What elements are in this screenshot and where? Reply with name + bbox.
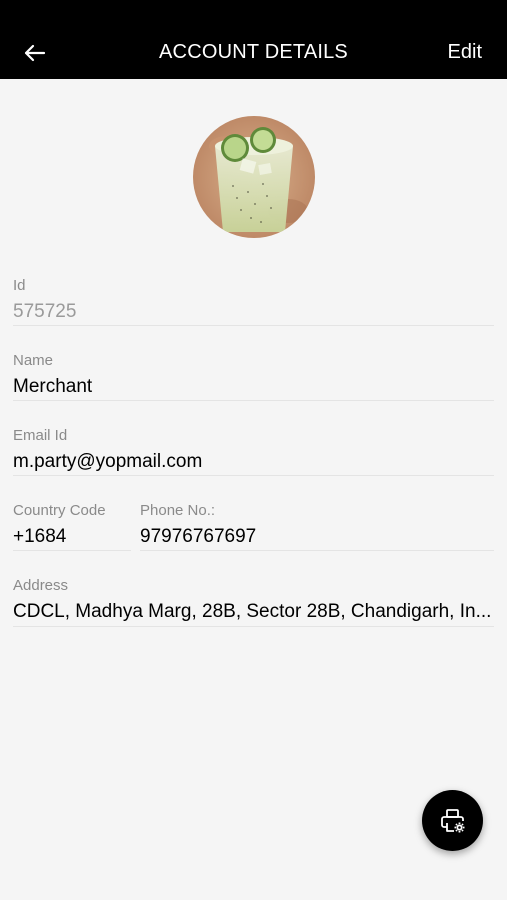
divider (140, 550, 494, 551)
divider (13, 400, 494, 401)
divider (13, 626, 494, 627)
phone-field: Phone No.: 97976767697 (140, 502, 490, 548)
printer-settings-button[interactable] (422, 790, 483, 851)
address-value: CDCL, Madhya Marg, 28B, Sector 28B, Chan… (13, 601, 492, 622)
divider (13, 325, 494, 326)
country-code-label: Country Code (13, 502, 106, 519)
id-label: Id (13, 277, 26, 294)
name-label: Name (13, 352, 54, 369)
id-field: Id 575725 (13, 277, 493, 323)
divider (13, 550, 131, 551)
phone-value: 97976767697 (140, 526, 257, 547)
avatar[interactable] (193, 116, 315, 238)
printer-settings-icon (440, 808, 464, 832)
country-code-value: +1684 (13, 526, 67, 547)
email-value: m.party@yopmail.com (13, 451, 203, 472)
email-label: Email Id (13, 427, 68, 444)
top-app-bar: ACCOUNT DETAILS Edit (0, 0, 507, 79)
country-code-field: Country Code +1684 (13, 502, 131, 548)
address-field: Address CDCL, Madhya Marg, 28B, Sector 2… (13, 577, 494, 623)
page-title: ACCOUNT DETAILS (159, 41, 348, 63)
address-label: Address (13, 577, 69, 594)
id-value: 575725 (13, 301, 77, 322)
name-value: Merchant (13, 376, 93, 397)
drink-glass-image (193, 116, 315, 238)
phone-label: Phone No.: (140, 502, 216, 519)
email-field: Email Id m.party@yopmail.com (13, 427, 493, 473)
divider (13, 475, 494, 476)
name-field: Name Merchant (13, 352, 493, 398)
edit-button[interactable]: Edit (448, 41, 482, 64)
